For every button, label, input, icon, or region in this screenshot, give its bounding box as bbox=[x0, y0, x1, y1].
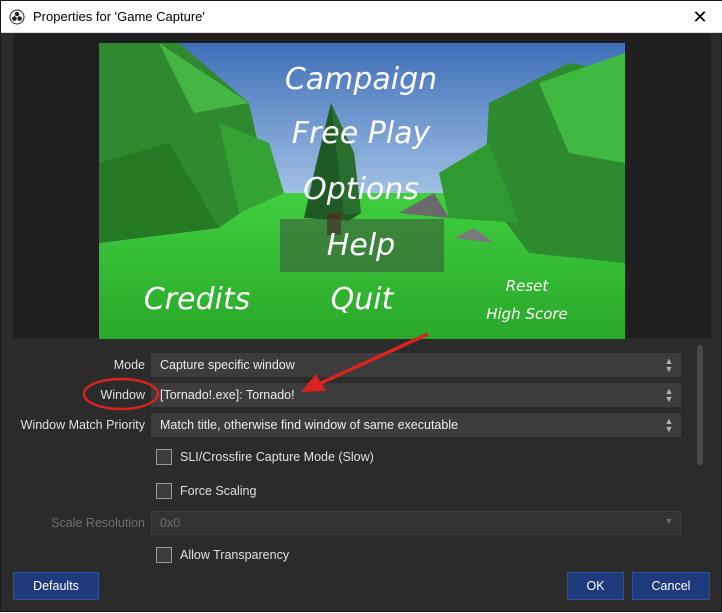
close-icon: ✕ bbox=[692, 7, 708, 27]
chevron-down-icon: ▼ bbox=[664, 516, 674, 526]
svg-text:High Score: High Score bbox=[486, 305, 568, 323]
window-value: [Tornado!.exe]: Tornado! bbox=[160, 388, 295, 402]
svg-text:Credits: Credits bbox=[144, 282, 251, 317]
properties-dialog: Properties for 'Game Capture' ✕ Campaign… bbox=[0, 0, 722, 612]
menu-item-options[interactable]: Options bbox=[303, 172, 419, 207]
close-button[interactable]: ✕ bbox=[677, 1, 722, 33]
window-match-priority-label: Window Match Priority bbox=[20, 418, 145, 432]
allow-transparency-label: Allow Transparency bbox=[180, 548, 290, 562]
updown-arrows-icon: ▲ ▼ bbox=[664, 386, 674, 404]
scale-resolution-value: 0x0 bbox=[160, 516, 181, 530]
sli-crossfire-checkbox[interactable] bbox=[156, 449, 172, 465]
updown-arrows-icon: ▲ ▼ bbox=[664, 356, 674, 374]
defaults-button[interactable]: Defaults bbox=[13, 572, 99, 600]
svg-text:Campaign: Campaign bbox=[285, 62, 437, 97]
sli-crossfire-label: SLI/Crossfire Capture Mode (Slow) bbox=[180, 450, 374, 464]
game-scene-image: Campaign Free Play Options Help Credits … bbox=[99, 43, 625, 339]
svg-text:Help: Help bbox=[327, 228, 395, 263]
mode-select[interactable]: Capture specific window ▲ ▼ bbox=[151, 353, 681, 377]
updown-arrows-icon: ▲ ▼ bbox=[664, 416, 674, 434]
svg-text:Reset: Reset bbox=[506, 277, 550, 295]
window-match-priority-select[interactable]: Match title, otherwise find window of sa… bbox=[151, 413, 681, 437]
window-title: Properties for 'Game Capture' bbox=[33, 9, 205, 24]
window-label: Window bbox=[100, 388, 145, 402]
mode-label: Mode bbox=[113, 358, 145, 372]
menu-item-campaign[interactable]: Campaign bbox=[285, 62, 437, 97]
cancel-button[interactable]: Cancel bbox=[632, 572, 710, 600]
mode-value: Capture specific window bbox=[160, 358, 295, 372]
force-scaling-checkbox[interactable] bbox=[156, 483, 172, 499]
allow-transparency-checkbox[interactable] bbox=[156, 547, 172, 563]
scale-resolution-select: 0x0 ▼ bbox=[151, 511, 681, 535]
obs-logo-icon bbox=[9, 9, 25, 25]
title-bar[interactable]: Properties for 'Game Capture' ✕ bbox=[1, 1, 722, 33]
menu-item-help[interactable]: Help bbox=[327, 228, 395, 263]
svg-text:Options: Options bbox=[303, 172, 419, 207]
force-scaling-label: Force Scaling bbox=[180, 484, 257, 498]
menu-item-quit[interactable]: Quit bbox=[331, 282, 395, 317]
game-preview: Campaign Free Play Options Help Credits … bbox=[99, 43, 625, 339]
ok-button[interactable]: OK bbox=[567, 572, 624, 600]
svg-text:Quit: Quit bbox=[331, 282, 395, 317]
menu-item-credits[interactable]: Credits bbox=[144, 282, 251, 317]
scale-resolution-label: Scale Resolution bbox=[51, 516, 145, 530]
window-match-priority-value: Match title, otherwise find window of sa… bbox=[160, 418, 459, 432]
svg-text:Free Play: Free Play bbox=[292, 116, 432, 151]
window-select[interactable]: [Tornado!.exe]: Tornado! ▲ ▼ bbox=[151, 383, 681, 407]
properties-scrollbar[interactable] bbox=[697, 345, 703, 465]
menu-item-free-play[interactable]: Free Play bbox=[292, 116, 432, 151]
